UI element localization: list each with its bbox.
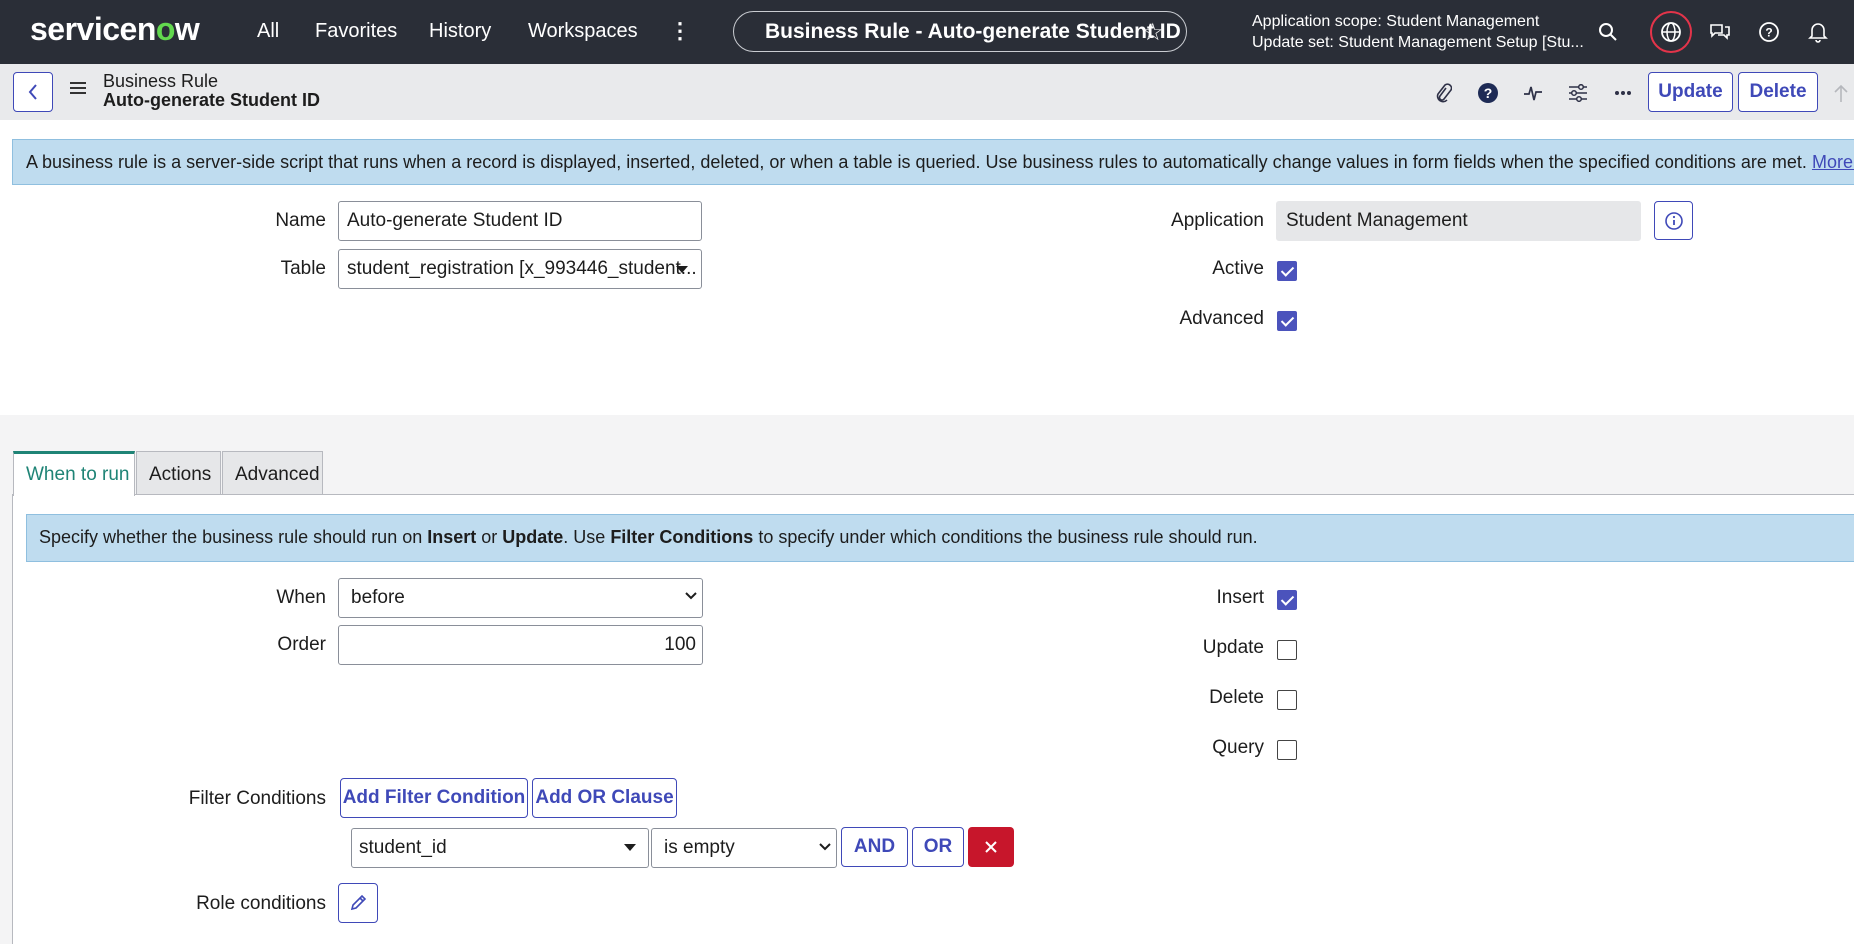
- application-scope: Application scope: Student Management: [1252, 13, 1540, 30]
- info-banner-text: A business rule is a server-side script …: [26, 152, 1807, 172]
- close-icon: [985, 841, 997, 853]
- record-title: Business Rule - Auto-generate Student ID: [765, 20, 1181, 43]
- name-field[interactable]: Auto-generate Student ID: [338, 201, 702, 241]
- svg-text:?: ?: [1484, 85, 1493, 101]
- activity-icon[interactable]: [1520, 80, 1546, 106]
- and-button[interactable]: AND: [841, 827, 908, 867]
- top-navigation-bar: servicenow All Favorites History Workspa…: [0, 0, 1854, 64]
- update-set: Update set: Student Management Setup [St…: [1252, 34, 1584, 51]
- tab-when-to-run[interactable]: When to run: [13, 451, 135, 496]
- add-filter-condition-button[interactable]: Add Filter Condition: [340, 778, 528, 818]
- nav-history[interactable]: History: [429, 20, 491, 43]
- condition-operator-value: is empty: [664, 837, 735, 858]
- nav-all[interactable]: All: [257, 20, 279, 43]
- nav-favorites[interactable]: Favorites: [315, 20, 397, 43]
- condition-operator-select[interactable]: is empty: [651, 828, 837, 868]
- insert-checkbox[interactable]: [1277, 590, 1297, 610]
- record-title-pill: Business Rule - Auto-generate Student ID…: [733, 11, 1187, 52]
- update-checkbox[interactable]: [1277, 640, 1297, 660]
- update-label: Update: [1202, 637, 1264, 658]
- add-or-clause-button[interactable]: Add OR Clause: [532, 778, 677, 818]
- edit-role-conditions-button[interactable]: [338, 883, 378, 923]
- chevron-left-icon: [28, 84, 37, 100]
- table-label: Table: [280, 258, 326, 279]
- question-icon[interactable]: ?: [1475, 80, 1501, 106]
- record-header: Business Rule Auto-generate Student ID ?…: [0, 64, 1854, 120]
- context-menu-icon[interactable]: [70, 82, 86, 94]
- advanced-label: Advanced: [1179, 308, 1264, 329]
- role-conditions-label: Role conditions: [196, 893, 326, 914]
- record-type: Business Rule: [103, 71, 219, 91]
- application-field: Student Management: [1276, 201, 1641, 241]
- when-label: When: [276, 587, 326, 608]
- query-label: Query: [1212, 737, 1264, 758]
- application-info-button[interactable]: [1654, 201, 1693, 240]
- tab-advanced[interactable]: Advanced: [222, 451, 323, 495]
- or-button[interactable]: OR: [912, 827, 964, 867]
- filter-conditions-label: Filter Conditions: [188, 788, 326, 809]
- back-button[interactable]: [13, 72, 53, 112]
- when-select[interactable]: before: [338, 578, 703, 618]
- info-banner: A business rule is a server-side script …: [12, 139, 1854, 185]
- condition-field-select[interactable]: student_id: [351, 828, 649, 868]
- search-icon[interactable]: [1594, 18, 1622, 46]
- nav-more-icon[interactable]: ⋮: [669, 18, 691, 44]
- servicenow-logo[interactable]: servicenow: [30, 11, 200, 48]
- help-icon[interactable]: ?: [1755, 18, 1783, 46]
- info-icon: [1664, 211, 1683, 230]
- scroll-top-icon[interactable]: [1828, 80, 1854, 106]
- order-field[interactable]: 100: [338, 625, 703, 665]
- name-label: Name: [275, 210, 326, 231]
- delete-condition-button[interactable]: [968, 827, 1014, 867]
- more-info-link[interactable]: More Info: [1812, 152, 1854, 172]
- when-chevron-down-icon: [684, 588, 698, 604]
- active-label: Active: [1212, 258, 1264, 279]
- bell-icon[interactable]: [1804, 18, 1832, 46]
- delete-button[interactable]: Delete: [1738, 72, 1818, 112]
- insert-label: Insert: [1216, 587, 1264, 608]
- delete-label: Delete: [1209, 687, 1264, 708]
- table-field[interactable]: student_registration [x_993446_student..…: [338, 249, 702, 289]
- globe-icon[interactable]: [1657, 18, 1685, 46]
- chat-icon[interactable]: [1706, 18, 1734, 46]
- active-checkbox[interactable]: [1277, 261, 1297, 281]
- settings-sliders-icon[interactable]: [1565, 80, 1591, 106]
- svg-text:?: ?: [1765, 26, 1772, 40]
- table-dropdown-icon[interactable]: [676, 266, 688, 273]
- nav-workspaces[interactable]: Workspaces: [528, 20, 638, 43]
- table-value: student_registration [x_993446_student..…: [347, 258, 697, 279]
- record-name: Auto-generate Student ID: [103, 90, 321, 110]
- application-label: Application: [1171, 210, 1264, 231]
- tab-actions[interactable]: Actions: [136, 451, 221, 495]
- condition-field-dropdown-icon[interactable]: [624, 844, 636, 851]
- star-icon[interactable]: ☆: [1142, 18, 1164, 47]
- when-to-run-banner: Specify whether the business rule should…: [26, 514, 1854, 562]
- update-button[interactable]: Update: [1648, 72, 1733, 112]
- condition-field-value: student_id: [359, 837, 447, 858]
- more-icon[interactable]: [1610, 80, 1636, 106]
- delete-checkbox[interactable]: [1277, 690, 1297, 710]
- paperclip-icon[interactable]: [1430, 80, 1456, 106]
- advanced-checkbox[interactable]: [1277, 311, 1297, 331]
- query-checkbox[interactable]: [1277, 740, 1297, 760]
- application-scope-info[interactable]: Application scope: Student Management Up…: [1252, 11, 1592, 53]
- pencil-icon: [350, 894, 367, 911]
- operator-chevron-down-icon: [818, 839, 832, 855]
- order-label: Order: [277, 634, 326, 655]
